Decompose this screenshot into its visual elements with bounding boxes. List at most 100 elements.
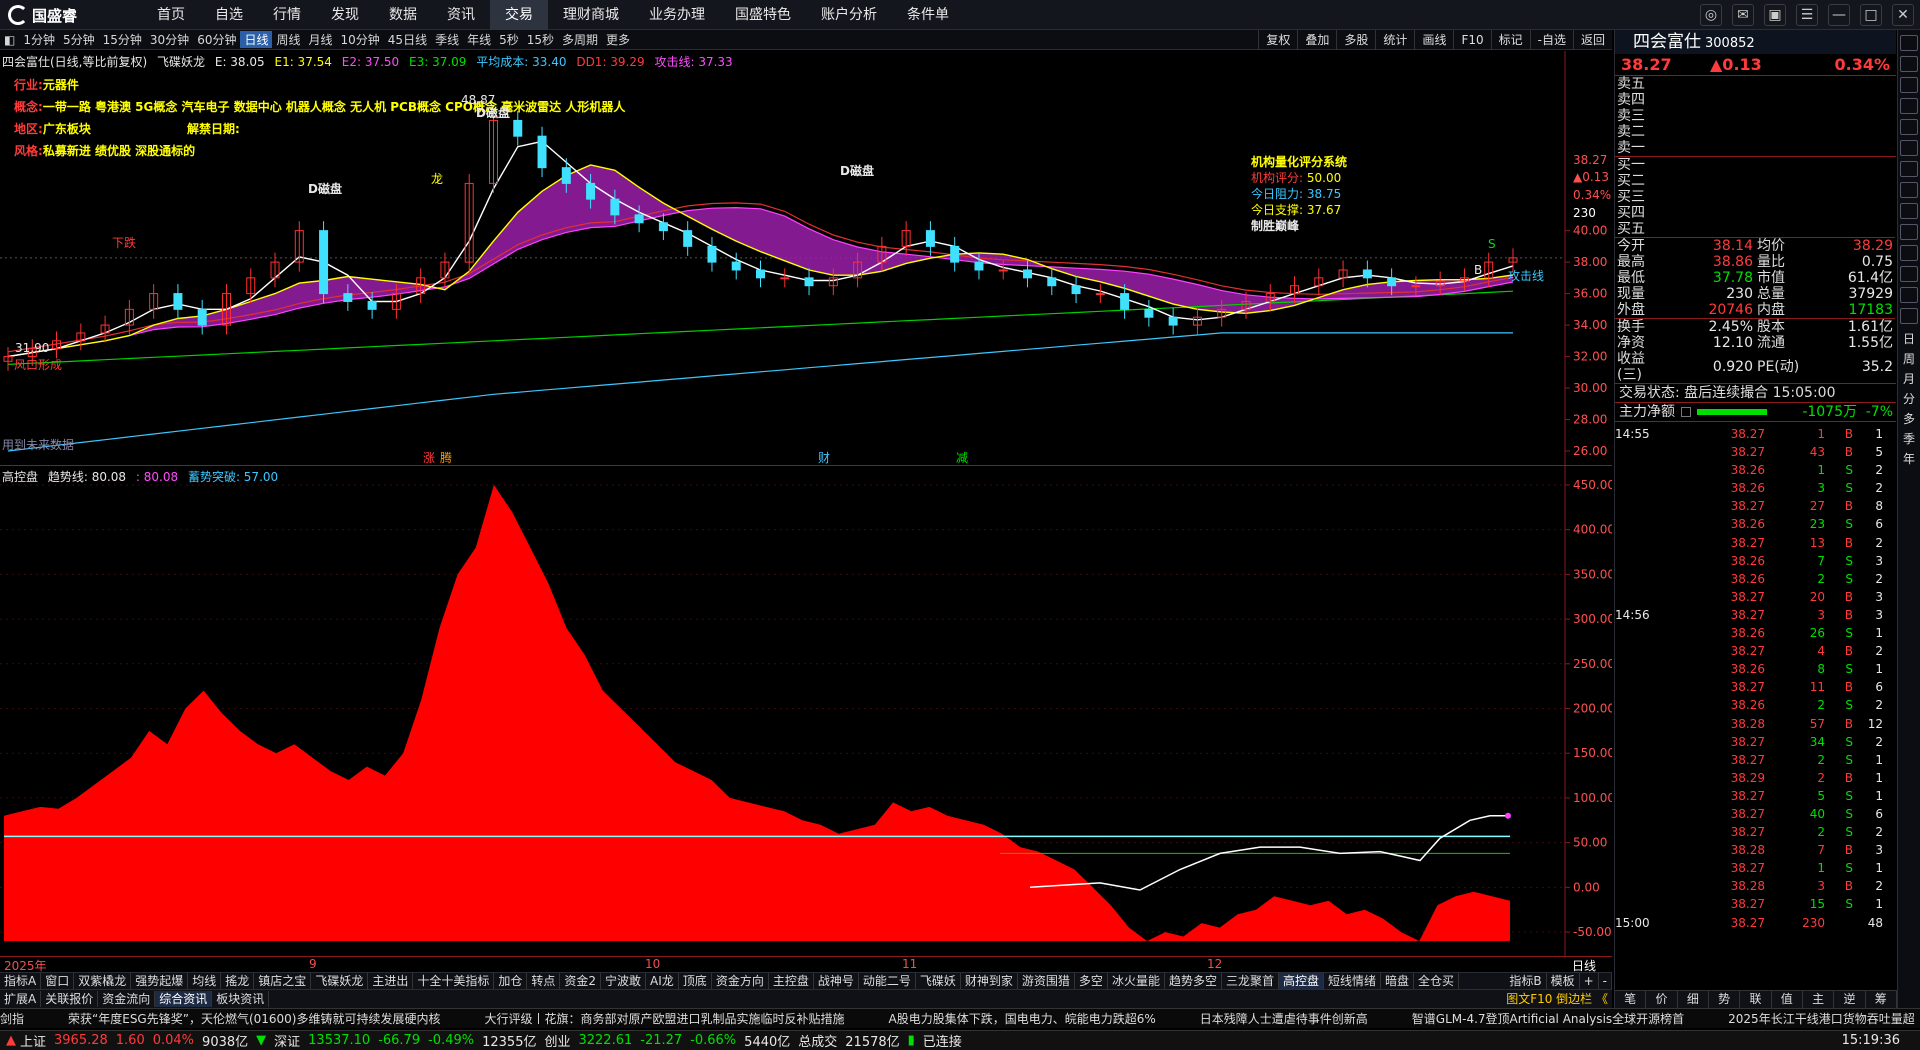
side-tool-icon[interactable] xyxy=(1900,77,1918,93)
period-tab[interactable]: 15分钟 xyxy=(99,31,146,48)
chat-icon[interactable]: ◎ xyxy=(1700,4,1722,26)
news-item[interactable]: 剑指 xyxy=(0,1010,24,1027)
chart-tool-button[interactable]: F10 xyxy=(1453,30,1490,50)
ask-level[interactable]: 卖四 xyxy=(1615,92,1896,108)
indicator-tab[interactable]: 飞碟妖龙 xyxy=(311,973,369,989)
period-tab[interactable]: 10分钟 xyxy=(337,31,384,48)
app-logo[interactable]: 国盛睿 xyxy=(8,4,77,26)
indicator-tab[interactable]: 加仓 xyxy=(494,973,528,989)
panel-tab[interactable]: 主 xyxy=(1803,991,1835,1008)
info-tab[interactable]: 扩展A xyxy=(0,991,42,1007)
bid-level[interactable]: 买五 xyxy=(1615,221,1896,237)
bid-level[interactable]: 买三 xyxy=(1615,189,1896,205)
indicator-tab[interactable]: 多空 xyxy=(1075,973,1108,989)
period-tab[interactable]: 30分钟 xyxy=(146,31,193,48)
side-period-button[interactable]: 日 xyxy=(1900,330,1918,346)
period-tab[interactable]: 月线 xyxy=(305,31,337,48)
indicator-tab[interactable]: 指标A xyxy=(0,973,42,989)
ask-level[interactable]: 卖二 xyxy=(1615,124,1896,140)
panel-tab[interactable]: 联 xyxy=(1740,991,1772,1008)
side-tool-icon[interactable] xyxy=(1900,140,1918,156)
indicator-tab[interactable]: 主控盘 xyxy=(769,973,814,989)
side-tool-icon[interactable] xyxy=(1900,56,1918,72)
skin-icon[interactable]: ▣ xyxy=(1764,4,1786,26)
close-icon[interactable]: ✕ xyxy=(1892,4,1914,26)
period-tab[interactable]: 日线 xyxy=(240,31,273,48)
side-period-button[interactable]: 季 xyxy=(1900,430,1918,446)
menu-item[interactable]: 发现 xyxy=(316,0,374,30)
period-tab[interactable]: 5秒 xyxy=(495,31,523,48)
settings-icon[interactable]: ☰ xyxy=(1796,4,1818,26)
panel-tab[interactable]: 价 xyxy=(1646,991,1678,1008)
menu-item[interactable]: 资讯 xyxy=(432,0,490,30)
indicator-tab[interactable]: 转点 xyxy=(527,973,561,989)
indicator-tab[interactable]: 搖龙 xyxy=(221,973,255,989)
side-tool-icon[interactable] xyxy=(1900,119,1918,135)
main-kline-chart[interactable]: 40.00 38.00 36.00 34.00 32.00 30.00 28.00 26.00… xyxy=(0,51,1612,466)
panel-tab[interactable]: 筹 xyxy=(1866,991,1897,1008)
chart-mode-icon[interactable]: ◧ xyxy=(0,33,19,47)
indicator-tab[interactable]: 全仓买 xyxy=(1414,973,1460,989)
indicator-tab[interactable]: 资金方向 xyxy=(712,973,769,989)
side-tool-icon[interactable] xyxy=(1900,98,1918,114)
news-item[interactable]: 2025年长江干线港口货物吞吐量超 xyxy=(1728,1010,1915,1027)
menu-item[interactable]: 行情 xyxy=(258,0,316,30)
period-tab[interactable]: 周线 xyxy=(272,31,304,48)
indicator-tab[interactable]: 宁波敢 xyxy=(601,973,647,989)
indicator-tab[interactable]: 财神到家 xyxy=(961,973,1018,989)
side-tool-icon[interactable] xyxy=(1900,287,1918,303)
indicator-tab[interactable]: 动能二号 xyxy=(859,973,916,989)
indicator-tab[interactable]: 趋势多空 xyxy=(1165,973,1222,989)
side-tool-icon[interactable] xyxy=(1900,35,1918,51)
indicator-tab[interactable]: 短线情绪 xyxy=(1324,973,1382,989)
side-tool-icon[interactable] xyxy=(1900,224,1918,240)
indicator-tab[interactable]: AI龙 xyxy=(646,973,679,989)
news-item[interactable]: 大行评级丨花旗：商务部对原产欧盟进口乳制品实施临时反补贴措施 xyxy=(485,1010,845,1027)
side-period-button[interactable]: 月 xyxy=(1900,370,1918,386)
indicator-tab[interactable]: 窗口 xyxy=(41,973,75,989)
indicator-tab[interactable]: 均线 xyxy=(188,973,222,989)
side-period-button[interactable]: 周 xyxy=(1900,350,1918,366)
indicator-tab[interactable]: 镇店之宝 xyxy=(254,973,312,989)
chart-tool-button[interactable]: 标记 xyxy=(1490,30,1530,50)
period-tab[interactable]: 多周期 xyxy=(558,31,602,48)
indicator-tab[interactable]: 冰火量能 xyxy=(1108,973,1165,989)
chart-tool-button[interactable]: 复权 xyxy=(1258,30,1297,50)
indicator-tab[interactable]: 三龙聚首 xyxy=(1222,973,1279,989)
side-period-button[interactable]: 多 xyxy=(1900,410,1918,426)
indicator-tab[interactable]: 暗盘 xyxy=(1381,973,1415,989)
indicator-tab[interactable]: 顶底 xyxy=(679,973,712,989)
side-tool-icon[interactable] xyxy=(1900,245,1918,261)
panel-tab[interactable]: 笔 xyxy=(1615,991,1647,1008)
menu-item[interactable]: 自选 xyxy=(200,0,258,30)
menu-item[interactable]: 首页 xyxy=(142,0,200,30)
period-tab[interactable]: 1分钟 xyxy=(19,31,59,48)
ask-level[interactable]: 卖三 xyxy=(1615,108,1896,124)
minimize-icon[interactable]: — xyxy=(1828,4,1850,26)
indicator-tab[interactable]: 主进出 xyxy=(368,973,414,989)
indicator-tab[interactable]: 飞碟妖 xyxy=(916,973,961,989)
indicator-tab[interactable]: 强势起爆 xyxy=(131,973,189,989)
side-tool-icon[interactable] xyxy=(1900,203,1918,219)
chart-tool-button[interactable]: 叠加 xyxy=(1297,30,1336,50)
side-tool-icon[interactable] xyxy=(1900,161,1918,177)
news-item[interactable]: 日本残障人士遭虐待事件创新高 xyxy=(1200,1010,1368,1027)
period-tab[interactable]: 年线 xyxy=(463,31,495,48)
indicator-tab[interactable]: 十全十美指标 xyxy=(413,973,495,989)
indicator-tab[interactable]: 高控盘 xyxy=(1278,973,1324,989)
info-tabs-right[interactable]: 图文F10 倒边栏 《 xyxy=(1502,991,1612,1007)
panel-tab[interactable]: 逆 xyxy=(1834,991,1866,1008)
info-tab[interactable]: 资金流向 xyxy=(98,991,156,1007)
side-period-button[interactable]: 分 xyxy=(1900,390,1918,406)
ask-level[interactable]: 卖五 xyxy=(1615,76,1896,92)
info-tab[interactable]: 板块资讯 xyxy=(212,991,270,1007)
chart-tool-button[interactable]: 返回 xyxy=(1572,30,1612,50)
info-tab[interactable]: 综合资讯 xyxy=(155,991,213,1007)
chart-tool-button[interactable]: 画线 xyxy=(1414,30,1453,50)
indicator-tool-button[interactable]: + xyxy=(1580,973,1599,989)
period-tab[interactable]: 5分钟 xyxy=(59,31,99,48)
bid-level[interactable]: 买一 xyxy=(1615,157,1896,173)
panel-tab[interactable]: 细 xyxy=(1678,991,1709,1008)
expand-icon[interactable] xyxy=(1681,407,1691,417)
indicator-tool-button[interactable]: - xyxy=(1599,973,1612,989)
